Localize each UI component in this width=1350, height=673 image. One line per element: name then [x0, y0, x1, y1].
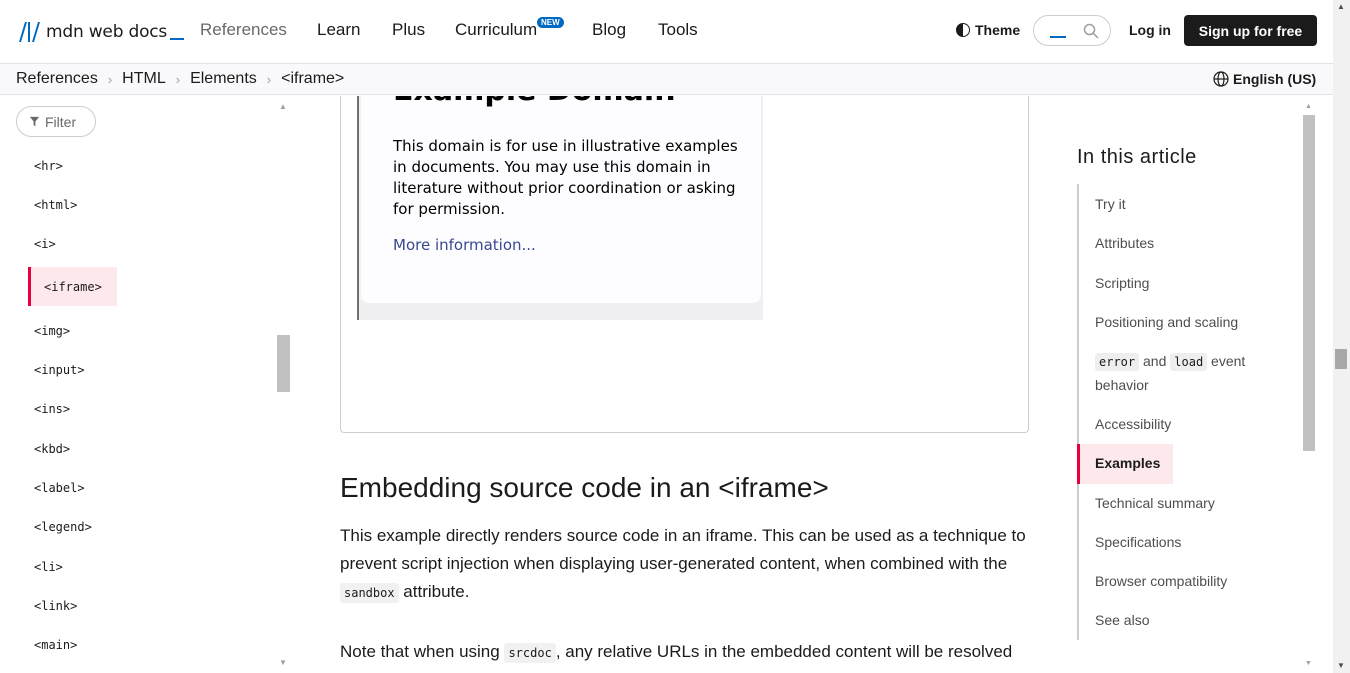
- filter-placeholder: Filter: [45, 113, 77, 130]
- toc-scroll-up-icon[interactable]: ▲: [1305, 103, 1312, 110]
- toc-item-examples[interactable]: Examples: [1077, 444, 1173, 484]
- sidebar-item-ins[interactable]: <ins>: [34, 402, 70, 416]
- para2-text-a: Note that when using: [340, 642, 505, 661]
- nav-blog[interactable]: Blog: [592, 20, 626, 40]
- sidebar-item-i[interactable]: <i>: [34, 237, 56, 251]
- toc-item-see-also[interactable]: See also: [1095, 612, 1149, 628]
- sandbox-code: sandbox: [340, 583, 399, 603]
- sidebar-item-li[interactable]: <li>: [34, 560, 63, 574]
- top-header: mdn web docs References Learn Plus Curri…: [0, 0, 1333, 63]
- sidebar-item-hr[interactable]: <hr>: [34, 159, 63, 173]
- page-scrollbar[interactable]: [1333, 0, 1350, 673]
- toc-item-try-it[interactable]: Try it: [1095, 196, 1126, 212]
- language-label: English (US): [1233, 71, 1317, 87]
- breadcrumb: References › HTML › Elements › <iframe>: [16, 70, 344, 88]
- para2-text-b: , any relative URLs in the embedded cont…: [555, 642, 1013, 661]
- example-title: Example Domain: [393, 96, 676, 108]
- toc-item-accessibility[interactable]: Accessibility: [1095, 416, 1171, 432]
- section-paragraph-1: This example directly renders source cod…: [340, 522, 1030, 607]
- sidebar-item-iframe[interactable]: <iframe>: [28, 267, 117, 306]
- more-information-link[interactable]: More information...: [393, 236, 536, 254]
- error-code: error: [1095, 353, 1140, 371]
- filter-input[interactable]: Filter: [16, 106, 96, 137]
- login-link[interactable]: Log in: [1129, 22, 1171, 38]
- new-badge: NEW: [537, 17, 564, 28]
- mdn-logo-icon: [19, 22, 40, 42]
- toc-item-technical-summary[interactable]: Technical summary: [1095, 495, 1215, 511]
- breadcrumb-elements[interactable]: Elements: [190, 70, 257, 88]
- theme-icon: [956, 23, 970, 37]
- sidebar-item-legend[interactable]: <legend>: [34, 520, 92, 534]
- toc-title: In this article: [1077, 146, 1197, 168]
- theme-label: Theme: [975, 22, 1021, 38]
- globe-icon: [1213, 71, 1229, 87]
- logo-text: mdn web docs: [46, 22, 168, 42]
- search-caret: [1050, 36, 1066, 38]
- language-selector[interactable]: English (US): [1213, 71, 1316, 87]
- logo-cursor: [170, 38, 185, 40]
- sidebar-item-label[interactable]: <label>: [34, 481, 85, 495]
- event-tail: event: [1207, 353, 1246, 369]
- sidebar-item-main[interactable]: <main>: [34, 638, 77, 652]
- nav-learn[interactable]: Learn: [317, 20, 360, 40]
- page-scrollbar-thumb[interactable]: [1335, 349, 1347, 369]
- chevron-right-icon: ›: [107, 71, 113, 87]
- load-code: load: [1170, 353, 1208, 371]
- chevron-right-icon: ›: [175, 71, 181, 87]
- toc-item-events-line2[interactable]: behavior: [1095, 377, 1149, 393]
- signup-button[interactable]: Sign up for free: [1184, 15, 1317, 46]
- toc-rail: [1077, 184, 1079, 640]
- filter-icon: [29, 116, 40, 127]
- toc-item-events[interactable]: error and load event: [1095, 353, 1246, 371]
- sidebar-item-kbd[interactable]: <kbd>: [34, 442, 70, 456]
- sidebar-item-label: <iframe>: [44, 280, 102, 294]
- nav-tools[interactable]: Tools: [658, 20, 698, 40]
- toc-item-scripting[interactable]: Scripting: [1095, 275, 1149, 291]
- nav-plus[interactable]: Plus: [392, 20, 425, 40]
- breadcrumb-html[interactable]: HTML: [122, 70, 166, 88]
- search-button[interactable]: [1033, 15, 1111, 46]
- sidebar-scroll-up-icon[interactable]: ▲: [279, 102, 287, 111]
- page-scroll-up-icon[interactable]: ▲: [1337, 2, 1345, 11]
- sidebar-item-link[interactable]: <link>: [34, 599, 77, 613]
- sidebar-scrollbar-thumb[interactable]: [277, 335, 290, 392]
- sidebar-item-img[interactable]: <img>: [34, 324, 70, 338]
- event-and: and: [1139, 353, 1171, 369]
- search-icon: [1083, 23, 1099, 39]
- toc-item-positioning[interactable]: Positioning and scaling: [1095, 314, 1238, 330]
- toc-item-specifications[interactable]: Specifications: [1095, 534, 1181, 550]
- toc-scroll-down-icon[interactable]: ▼: [1305, 660, 1312, 667]
- nav-curriculum[interactable]: Curriculum: [455, 20, 537, 40]
- breadcrumb-references[interactable]: References: [16, 70, 98, 88]
- page-scroll-down-icon[interactable]: ▼: [1337, 661, 1345, 670]
- srcdoc-code: srcdoc: [504, 643, 556, 663]
- example-page: Example Domain This domain is for use in…: [357, 96, 763, 320]
- breadcrumb-iframe[interactable]: <iframe>: [281, 70, 344, 88]
- toc-item-label: Examples: [1095, 455, 1161, 471]
- sidebar: Filter ▲ <hr> <html> <i> <iframe> <img> …: [0, 96, 300, 673]
- sidebar-item-input[interactable]: <input>: [34, 363, 85, 377]
- chevron-right-icon: ›: [266, 71, 272, 87]
- example-body: This domain is for use in illustrative e…: [393, 137, 738, 218]
- sidebar-item-html[interactable]: <html>: [34, 198, 77, 212]
- para1-text-b: attribute.: [398, 582, 470, 601]
- example-iframe: Example Domain This domain is for use in…: [340, 96, 1029, 433]
- theme-button[interactable]: Theme: [956, 22, 1020, 38]
- section-paragraph-2: Note that when using srcdoc, any relativ…: [340, 638, 1030, 667]
- section-heading: Embedding source code in an <iframe>: [340, 472, 829, 503]
- mdn-logo[interactable]: mdn web docs: [16, 19, 185, 45]
- nav-references[interactable]: References: [200, 20, 287, 40]
- toc-scrollbar-thumb[interactable]: [1303, 115, 1315, 451]
- example-card: Example Domain This domain is for use in…: [361, 96, 761, 303]
- breadcrumb-bar: References › HTML › Elements › <iframe> …: [0, 63, 1333, 95]
- sidebar-scroll-down-icon[interactable]: ▼: [279, 658, 287, 667]
- para1-text-a: This example directly renders source cod…: [340, 526, 1026, 573]
- toc-item-attributes[interactable]: Attributes: [1095, 235, 1154, 251]
- toc-item-browser-compat[interactable]: Browser compatibility: [1095, 573, 1227, 589]
